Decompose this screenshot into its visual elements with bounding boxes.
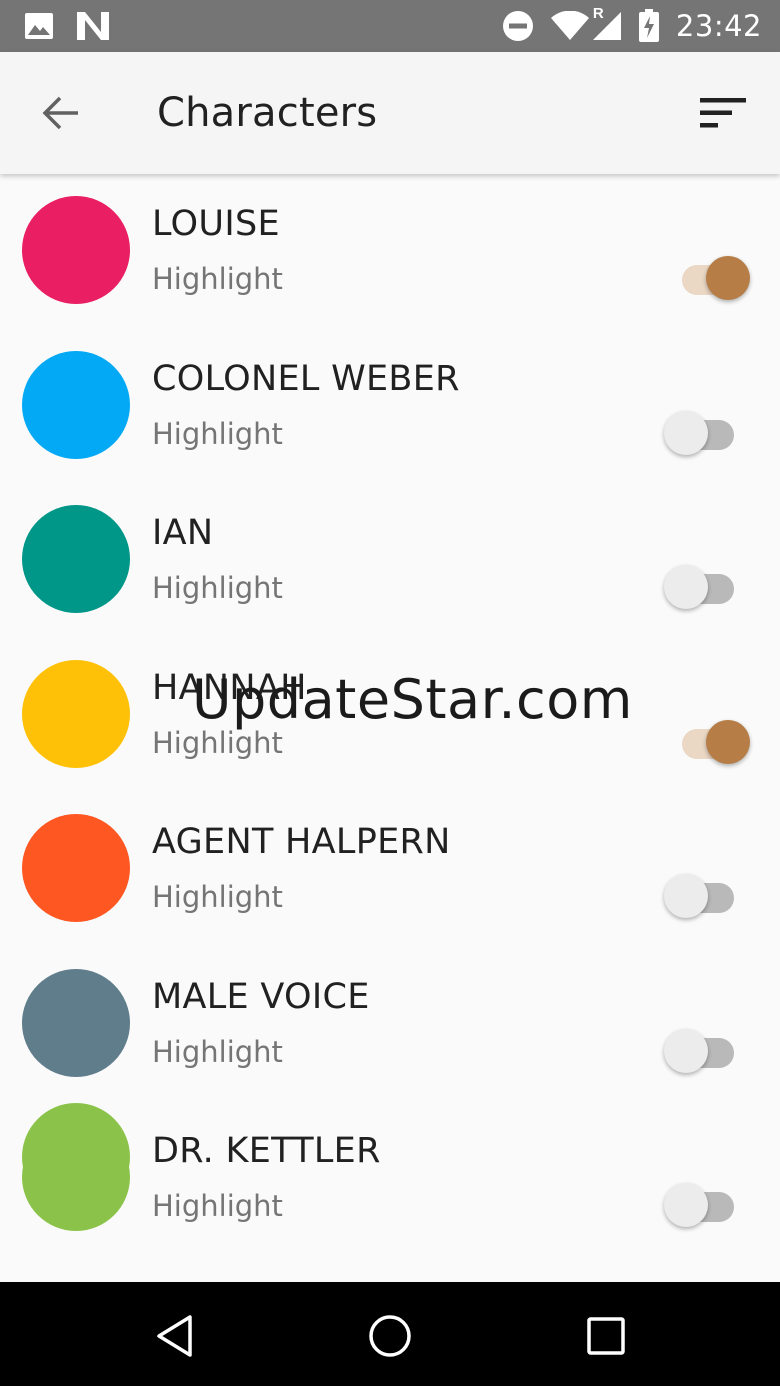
toggle-thumb [664,874,708,918]
nav-recents-button[interactable] [574,1304,638,1368]
list-item[interactable]: IAN Highlight [0,483,780,638]
character-name: COLONEL WEBER [152,358,460,399]
highlight-label: Highlight [152,1034,283,1069]
avatar [22,505,130,613]
toggle-thumb [664,565,708,609]
sort-button[interactable] [694,84,752,142]
character-name: AGENT HALPERN [152,822,451,862]
avatar [22,196,130,304]
toggle-thumb [706,719,750,764]
highlight-toggle[interactable] [664,410,752,457]
toggle-thumb [664,1183,708,1227]
character-name: DR. KETTLER [152,1131,381,1171]
highlight-toggle[interactable] [664,719,752,766]
highlight-label: Highlight [152,262,283,296]
image-icon [25,13,53,39]
toggle-thumb [664,1028,708,1073]
highlight-label: Highlight [152,416,283,451]
highlight-toggle[interactable] [664,1183,752,1229]
app-bar: Characters [0,52,780,174]
status-time: 23:42 [675,9,762,43]
page-title: Characters [157,90,378,136]
nav-back-icon [157,1315,192,1357]
nav-home-button[interactable] [358,1304,422,1368]
roaming-label: R [592,5,604,22]
watermark: UpdateStar.com [192,668,633,731]
highlight-label: Highlight [152,880,283,914]
character-name: LOUISE [152,204,280,244]
status-bar: R 23:42 [0,0,780,52]
highlight-toggle[interactable] [664,565,752,611]
highlight-toggle[interactable] [664,874,752,920]
avatar [22,350,130,459]
sort-icon [700,98,746,128]
highlight-label: Highlight [152,1189,283,1223]
list-item[interactable]: COLONEL WEBER Highlight [0,329,780,484]
character-name: MALE VOICE [152,976,370,1017]
status-left [24,11,110,41]
status-right: R 23:42 [502,5,762,43]
toggle-thumb [706,256,750,300]
battery-charging-icon [638,9,659,42]
list-item[interactable]: MALE VOICE Highlight [0,947,780,1102]
toggle-thumb [664,410,708,455]
navigation-bar [0,1282,780,1386]
arrow-back-icon [42,96,78,130]
nav-back-button[interactable] [143,1304,207,1368]
highlight-toggle[interactable] [664,256,752,302]
avatar [22,1103,130,1211]
nav-recents-icon [587,1317,625,1355]
highlight-toggle[interactable] [664,1028,752,1075]
list-item[interactable]: AGENT HALPERN Highlight [0,792,780,947]
avatar [22,814,130,922]
highlight-label: Highlight [152,571,283,605]
network-group: R [550,5,622,41]
n-notification-icon [77,12,109,40]
character-name: IAN [152,513,214,553]
wifi-icon [550,11,589,40]
back-button[interactable] [30,82,92,144]
list-item[interactable]: LOUISE Highlight [0,174,780,329]
avatar [22,968,130,1077]
nav-home-icon [369,1315,411,1357]
avatar [22,659,130,768]
do-not-disturb-icon [502,11,533,41]
